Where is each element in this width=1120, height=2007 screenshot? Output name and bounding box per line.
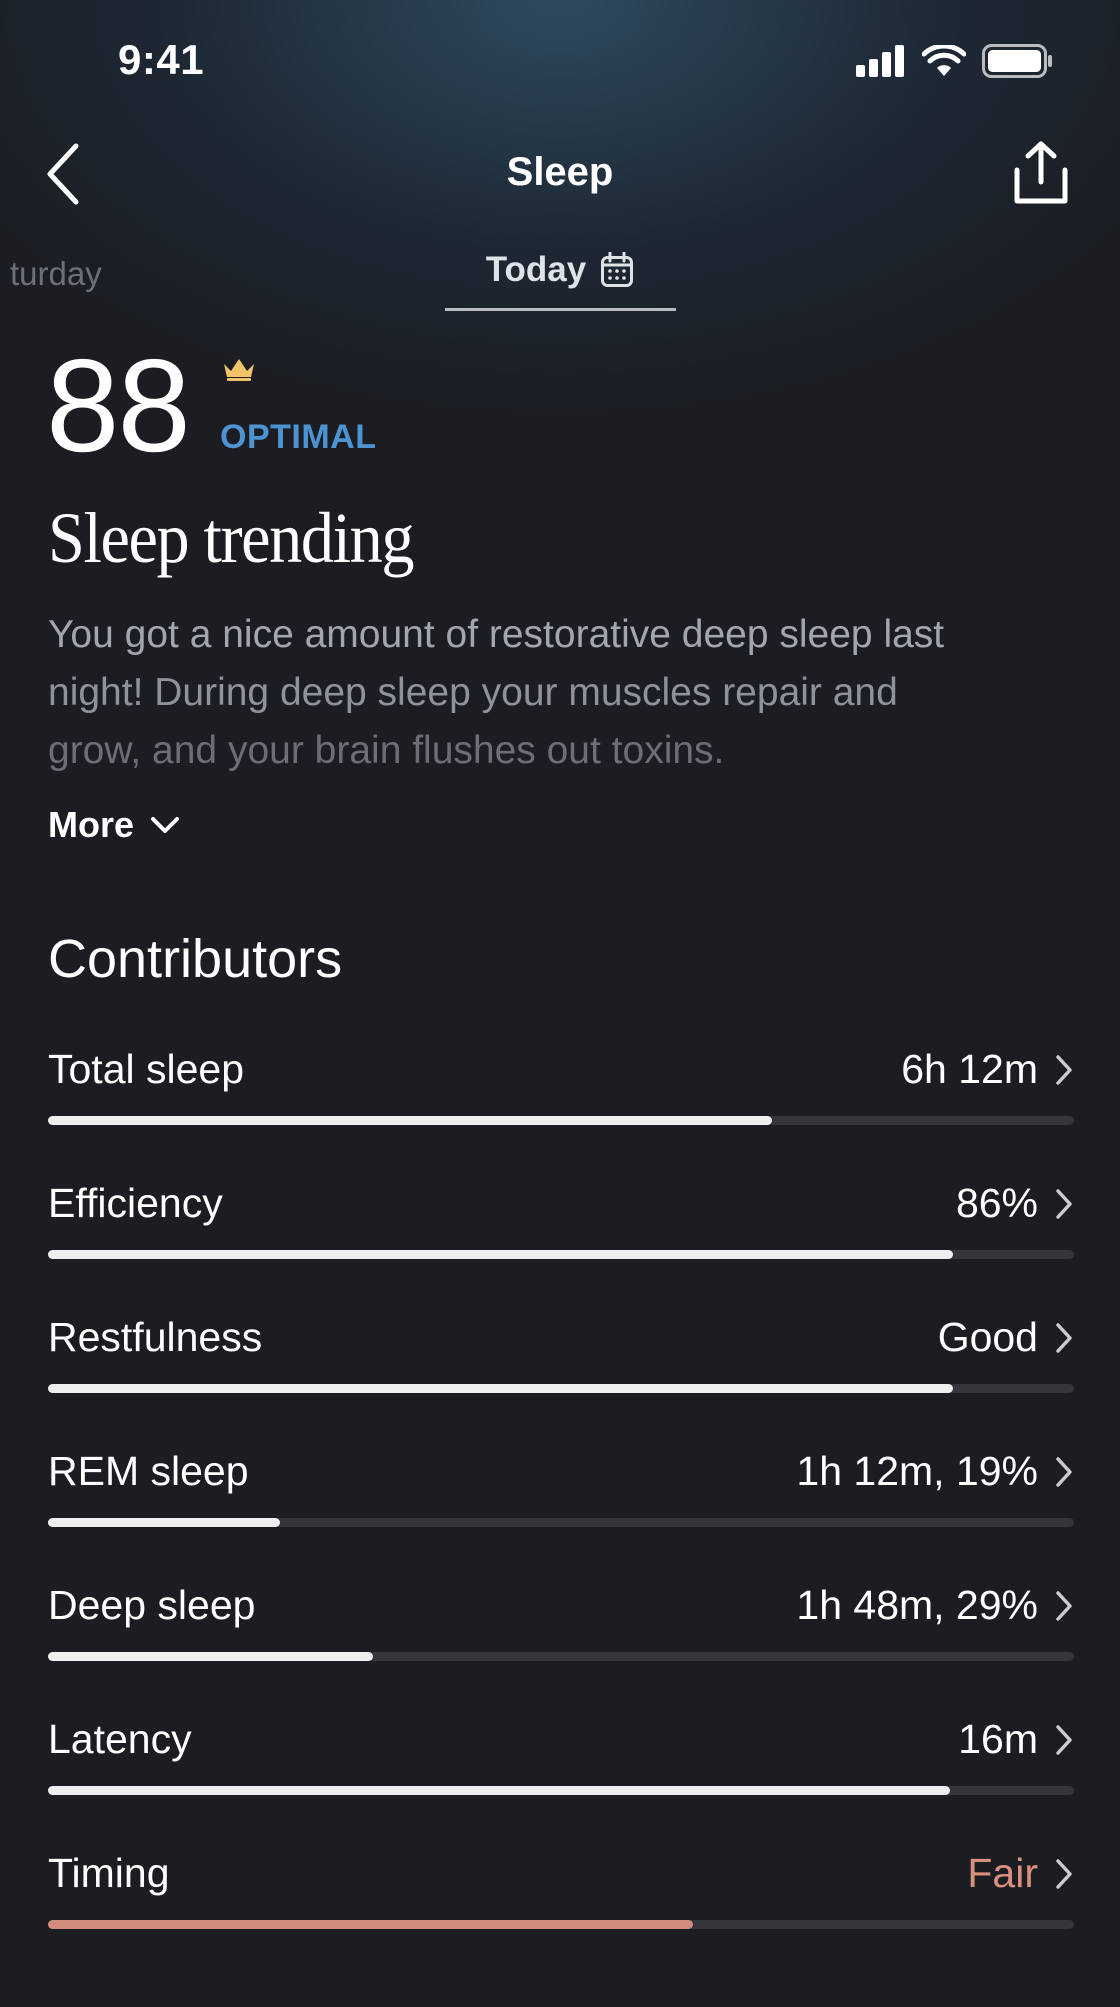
- wifi-icon: [922, 45, 966, 76]
- insight-body-line: You got a nice amount of restorative dee…: [48, 613, 945, 656]
- contributor-bar-fill: [48, 1250, 953, 1259]
- chevron-right-icon: [1056, 1054, 1072, 1085]
- insight-body-line: grow, and your brain flushes out toxins.: [48, 729, 725, 772]
- contributor-bar-track: [48, 1518, 1074, 1527]
- contributor-row-total-sleep[interactable]: Total sleep 6h 12m: [48, 1046, 1074, 1180]
- tab-today[interactable]: Today: [445, 250, 675, 290]
- page-title: Sleep: [506, 150, 614, 194]
- chevron-right-icon: [1056, 1590, 1072, 1621]
- crown-icon: [224, 359, 254, 381]
- contributor-value: Fair: [967, 1850, 1038, 1896]
- contributor-value: 6h 12m: [901, 1046, 1038, 1092]
- contributor-bar-fill: [48, 1116, 772, 1125]
- status-icons: [856, 44, 1054, 78]
- score-status-label: OPTIMAL: [220, 418, 377, 456]
- status-time: 9:41: [118, 36, 205, 83]
- contributor-label: Restfulness: [48, 1314, 263, 1360]
- sleep-score: 88: [46, 332, 191, 479]
- insight-headline: Sleep trending: [48, 498, 415, 578]
- contributor-bar-track: [48, 1786, 1074, 1795]
- contributor-label: REM sleep: [48, 1448, 249, 1494]
- contributor-row-restfulness[interactable]: Restfulness Good: [48, 1314, 1074, 1448]
- insight-body: You got a nice amount of restorative dee…: [48, 606, 1078, 780]
- contributor-bar-track: [48, 1652, 1074, 1661]
- contributor-value: 1h 48m, 29%: [796, 1582, 1038, 1628]
- tab-today-label: Today: [485, 250, 587, 289]
- contributor-value-group: 1h 12m, 19%: [796, 1448, 1074, 1495]
- contributor-row-efficiency[interactable]: Efficiency 86%: [48, 1180, 1074, 1314]
- contributor-bar-track: [48, 1250, 1074, 1259]
- contributor-value-group: 16m: [958, 1716, 1074, 1763]
- signal-icon: [856, 45, 904, 77]
- contributor-bar-fill: [48, 1920, 693, 1929]
- contributor-label: Timing: [48, 1850, 170, 1896]
- contributor-bar-fill: [48, 1518, 280, 1527]
- chevron-right-icon: [1056, 1322, 1072, 1353]
- contributor-value: Good: [937, 1314, 1038, 1360]
- contributor-row-latency[interactable]: Latency 16m: [48, 1716, 1074, 1850]
- contributors-title: Contributors: [48, 929, 343, 989]
- contributor-bar-fill: [48, 1384, 953, 1393]
- contributor-bar-fill: [48, 1786, 950, 1795]
- contributor-value-group: 86%: [956, 1180, 1074, 1227]
- chevron-down-icon: [151, 817, 180, 833]
- more-button[interactable]: More: [48, 804, 180, 846]
- contributor-row-deep-sleep[interactable]: Deep sleep 1h 48m, 29%: [48, 1582, 1074, 1716]
- contributor-value-group: Fair: [967, 1850, 1074, 1897]
- chevron-right-icon: [1056, 1456, 1072, 1487]
- contributor-row-rem-sleep[interactable]: REM sleep 1h 12m, 19%: [48, 1448, 1074, 1582]
- tab-previous-day[interactable]: turday: [10, 255, 102, 293]
- chevron-right-icon: [1056, 1858, 1072, 1889]
- contributor-label: Total sleep: [48, 1046, 245, 1092]
- contributor-label: Efficiency: [48, 1180, 223, 1226]
- contributor-value-group: Good: [938, 1314, 1074, 1361]
- battery-icon: [982, 44, 1052, 78]
- tab-active-indicator: [445, 308, 676, 311]
- contributor-row-timing[interactable]: Timing Fair: [48, 1850, 1074, 1984]
- more-label: More: [48, 804, 135, 845]
- contributor-value-group: 1h 48m, 29%: [796, 1582, 1074, 1629]
- share-button[interactable]: [1012, 140, 1070, 206]
- insight-body-line: night! During deep sleep your muscles re…: [48, 671, 898, 714]
- contributor-value: 86%: [955, 1180, 1038, 1226]
- contributor-bar-fill: [48, 1652, 373, 1661]
- calendar-icon: [601, 252, 634, 287]
- contributor-label: Deep sleep: [48, 1582, 256, 1628]
- contributor-value: 16m: [958, 1716, 1038, 1762]
- contributor-value-group: 6h 12m: [901, 1046, 1074, 1093]
- contributor-value: 1h 12m, 19%: [796, 1448, 1038, 1494]
- contributor-label: Latency: [48, 1716, 192, 1762]
- chevron-right-icon: [1056, 1724, 1072, 1755]
- contributor-bar-track: [48, 1384, 1074, 1393]
- contributor-bar-track: [48, 1920, 1074, 1929]
- share-icon: [1014, 141, 1068, 204]
- contributor-bar-track: [48, 1116, 1074, 1125]
- chevron-right-icon: [1056, 1188, 1072, 1219]
